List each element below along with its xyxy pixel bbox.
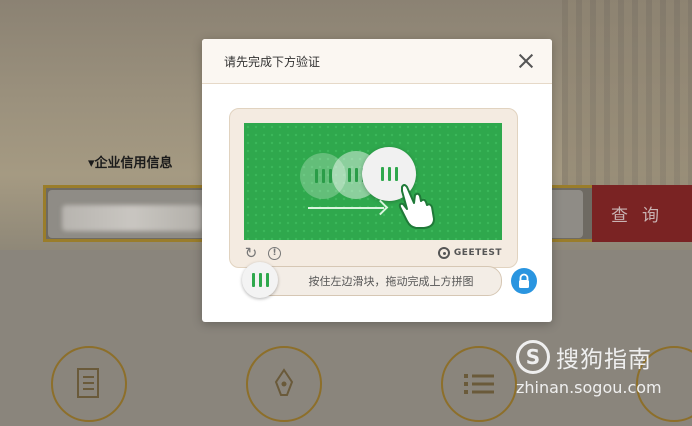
- background-building-image: [562, 0, 692, 200]
- slider-knob[interactable]: [242, 262, 278, 298]
- captcha-toolbar: ↻ ! GEETEST: [244, 243, 502, 263]
- arrow-right-icon: [308, 207, 384, 209]
- watermark-brand: 搜狗指南: [556, 347, 652, 373]
- captcha-puzzle-image: [244, 123, 502, 240]
- refresh-icon[interactable]: ↻: [244, 246, 258, 261]
- search-button[interactable]: 查询: [592, 185, 692, 242]
- sogou-watermark: S 搜狗指南 zhinan.sogou.com: [516, 340, 662, 397]
- slider-track[interactable]: 按住左边滑块，拖动完成上方拼图: [244, 266, 502, 296]
- captcha-panel: ↻ ! GEETEST: [229, 108, 518, 268]
- dialog-title: 请先完成下方验证: [224, 54, 321, 69]
- list-icon[interactable]: [441, 346, 517, 422]
- pen-icon[interactable]: [246, 346, 322, 422]
- geetest-logo-icon: [437, 247, 450, 259]
- sogou-logo-icon: S: [516, 340, 550, 374]
- hand-pointer-icon: [398, 184, 435, 229]
- lock-icon: [511, 268, 537, 294]
- dialog-header: 请先完成下方验证: [202, 39, 552, 84]
- geetest-label: GEETEST: [453, 248, 502, 258]
- section-label: ▾企业信用信息: [88, 156, 173, 171]
- document-icon[interactable]: [51, 346, 127, 422]
- slider-hint: 按住左边滑块，拖动完成上方拼图: [308, 275, 474, 288]
- close-icon[interactable]: [516, 51, 536, 71]
- watermark-url: zhinan.sogou.com: [516, 378, 662, 397]
- geetest-logo: GEETEST: [437, 247, 502, 259]
- info-icon[interactable]: !: [268, 246, 281, 260]
- blurred-input-text: [62, 205, 202, 231]
- verification-dialog: 请先完成下方验证 ↻ ! GEETEST 按住左边滑块，拖动完成上方拼图: [202, 39, 552, 322]
